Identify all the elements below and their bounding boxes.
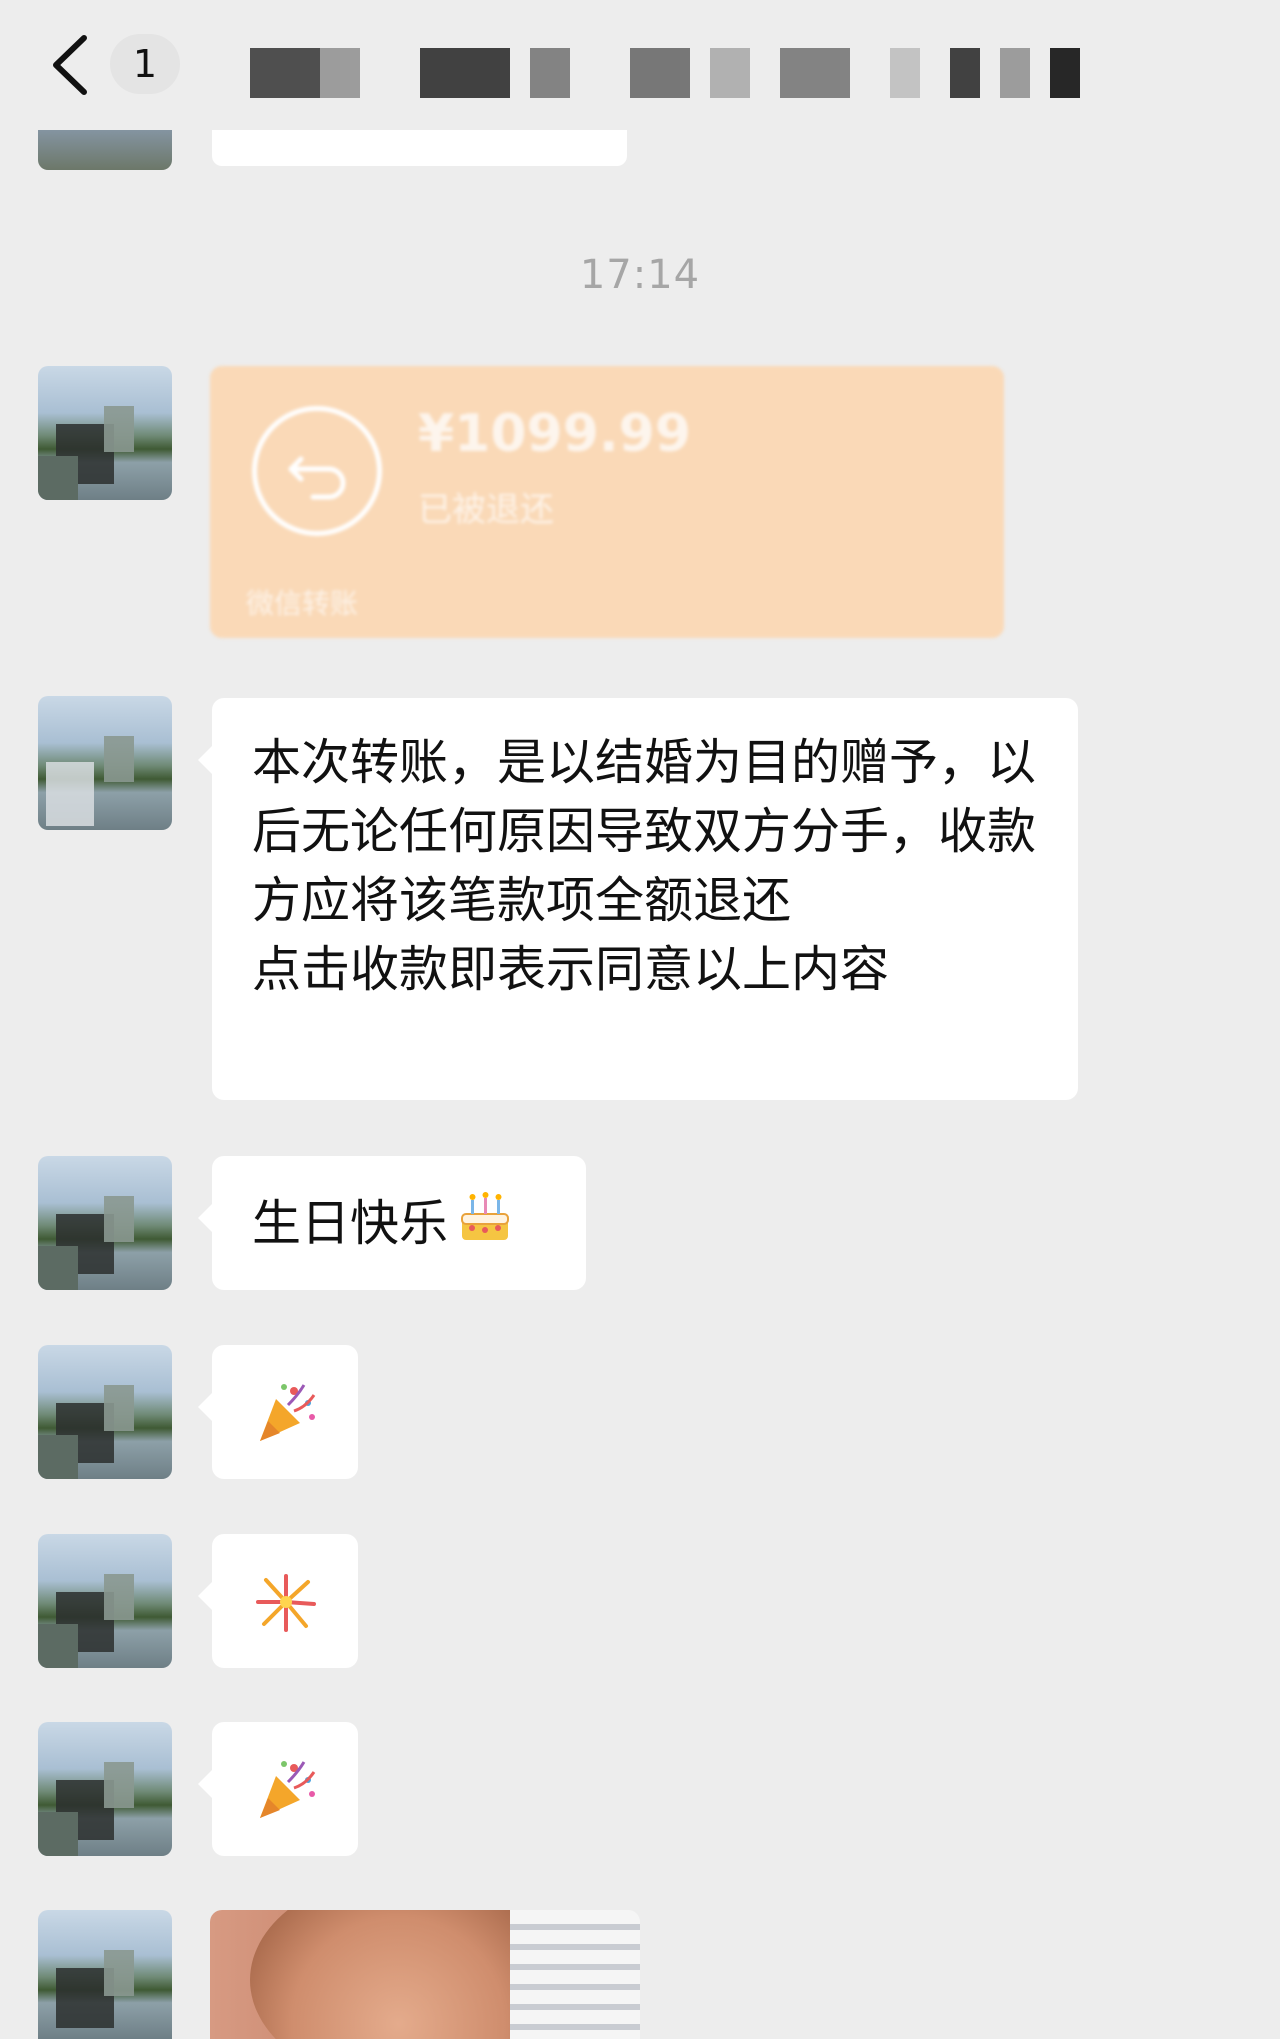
image-message[interactable]: [210, 1910, 640, 2039]
message-bubble[interactable]: [198, 1722, 358, 1856]
avatar[interactable]: [38, 1722, 172, 1856]
message-timestamp: 17:14: [579, 252, 701, 298]
transfer-returned-icon: [252, 406, 382, 536]
message-bubble[interactable]: [198, 1345, 358, 1479]
message-bubble[interactable]: 生日快乐: [198, 1156, 586, 1290]
message-text: 本次转账，是以结婚为目的赠予，以后无论任何原因导致双方分手，收款方应将该笔款项全…: [252, 734, 1037, 998]
transfer-status: 已被退还: [418, 490, 554, 530]
avatar[interactable]: [38, 1156, 172, 1290]
transfer-footer-label: 微信转账: [246, 587, 359, 620]
transfer-amount: ¥1099.99: [418, 404, 692, 464]
avatar[interactable]: [38, 1345, 172, 1479]
avatar[interactable]: [38, 130, 172, 170]
cake-icon: [461, 1192, 510, 1240]
message-bubble[interactable]: [198, 1534, 358, 1668]
message-text: 生日快乐: [252, 1195, 449, 1252]
message-bubble[interactable]: 本次转账，是以结婚为目的赠予，以后无论任何原因导致双方分手，收款方应将该笔款项全…: [198, 698, 1078, 1100]
party-popper-icon: [260, 1384, 316, 1441]
avatar[interactable]: [38, 696, 172, 830]
unread-count-badge[interactable]: 1: [110, 34, 180, 94]
transfer-card[interactable]: ¥1099.99 已被退还 微信转账: [210, 366, 1004, 638]
party-popper-icon: [260, 1761, 316, 1818]
avatar[interactable]: [38, 1534, 172, 1668]
chat-title-redacted: [250, 48, 1110, 98]
fireworks-icon: [256, 1574, 316, 1632]
message-bubble[interactable]: [212, 130, 627, 166]
chat-header: 1: [0, 0, 1280, 140]
avatar[interactable]: [38, 366, 172, 500]
avatar[interactable]: [38, 1910, 172, 2039]
back-icon[interactable]: [44, 30, 104, 100]
